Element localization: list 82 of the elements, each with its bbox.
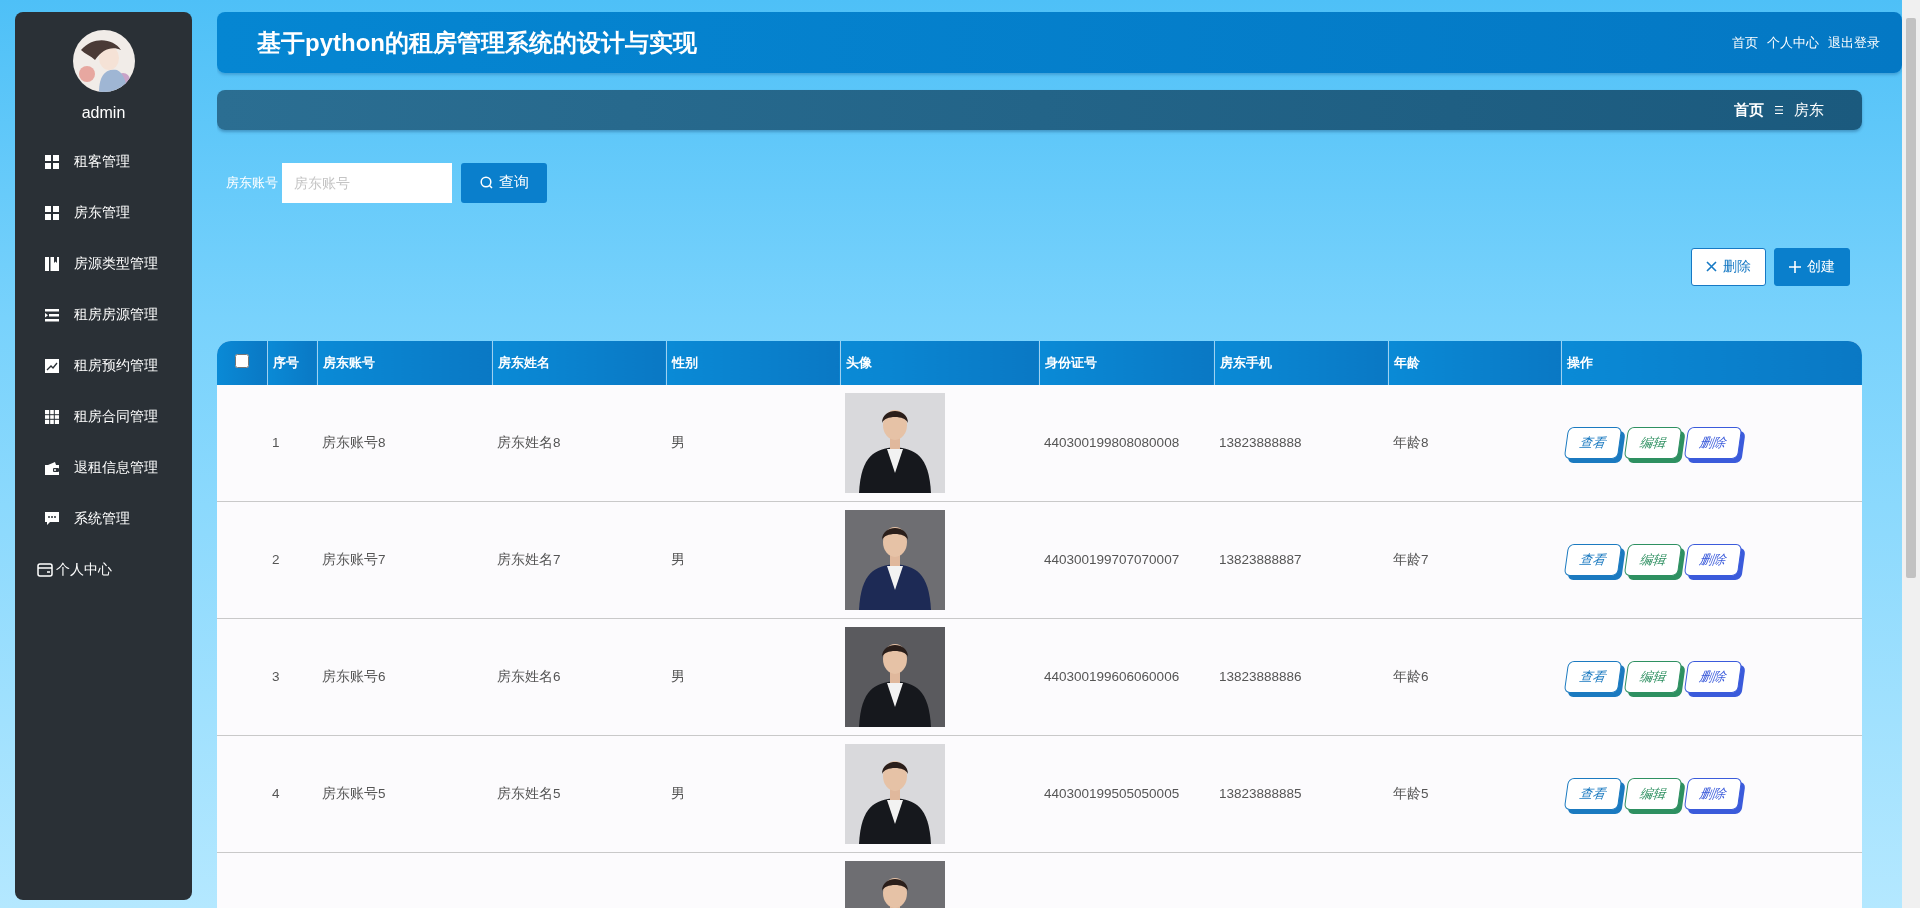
search-icon [479,176,493,190]
table-cell: 房东姓名7 [497,551,561,567]
search-button[interactable]: 查询 [461,162,547,203]
table-cell: 男 [671,551,685,567]
book-icon [45,256,59,271]
field-label: 房东账号 [226,173,278,192]
list-icon [45,307,59,322]
table-cell: 年龄8 [1393,434,1429,450]
sidebar-item[interactable]: 房东管理 [15,187,192,238]
user-name: admin [81,104,126,122]
chat-bubble-icon [45,511,59,526]
scrollbar-thumb[interactable] [1906,18,1916,578]
column-header: 性别 [671,354,698,370]
card-icon [37,562,53,577]
grid-icon [45,205,59,220]
breadcrumb-link[interactable]: 首页 [1734,100,1764,120]
sidebar-item-label[interactable]: 退租信息管理 [74,458,158,477]
table-cell: 房东姓名6 [497,668,561,684]
table-cell: 13823888888 [1219,435,1302,451]
table-cell: 房东账号6 [322,668,386,684]
table-cell: 440300199707070007 [1044,552,1180,568]
sidebar-item[interactable]: 租房合同管理 [15,391,192,442]
sidebar-item-label[interactable]: 系统管理 [74,509,130,528]
table-cell: 440300199808080008 [1044,435,1180,451]
table-cell: 2 [272,552,280,568]
table-cell: 房东姓名5 [497,785,561,801]
table-cell: 4 [272,786,280,802]
sidebar-item[interactable]: 系统管理 [15,493,192,544]
table-cell: 13823888886 [1219,669,1302,685]
table-cell: 房东账号5 [322,785,386,801]
header-link[interactable]: 个人中心 [1767,33,1819,52]
column-header: 房东手机 [1219,354,1272,370]
table-cell: 440300199505050005 [1044,786,1180,802]
column-header: 年龄 [1393,354,1420,370]
sidebar-item[interactable]: 租房预约管理 [15,340,192,391]
column-header: 房东姓名 [497,354,550,370]
sidebar-item[interactable]: 房源类型管理 [15,238,192,289]
breadcrumb-link[interactable]: 房东 [1794,100,1824,120]
sidebar-item[interactable]: 租房房源管理 [15,289,192,340]
wallet-icon [45,460,59,475]
sidebar-item-label[interactable]: 个人中心 [56,560,112,579]
table-cell: 年龄5 [1393,785,1429,801]
header-link[interactable]: 首页 [1732,33,1758,52]
column-header: 头像 [845,354,872,370]
sidebar-item[interactable]: 租客管理 [15,136,192,187]
table-cell: 男 [671,668,685,684]
close-icon [1706,261,1717,273]
create-button[interactable]: 创建 [1774,247,1850,286]
sidebar-item-label[interactable]: 租房预约管理 [74,356,158,375]
table-cell: 男 [671,434,685,450]
column-header: 操作 [1566,354,1593,370]
table-icon [45,409,59,424]
column-header: 身份证号 [1044,354,1097,370]
table-cell: 3 [272,669,280,685]
sidebar-item-label[interactable]: 房源类型管理 [74,254,158,273]
column-header: 房东账号 [322,354,375,370]
table-cell: 房东账号8 [322,434,386,450]
table-cell: 年龄7 [1393,551,1429,567]
column-header: 序号 [272,354,299,370]
site-title: 基于python的租房管理系统的设计与实现 [257,27,697,58]
sidebar-item-label[interactable]: 租房房源管理 [74,305,158,324]
grid-icon [45,154,59,169]
table-cell: 男 [671,785,685,801]
table-cell: 房东姓名8 [497,434,561,450]
table-cell: 年龄6 [1393,668,1429,684]
sidebar-item[interactable]: 退租信息管理 [15,442,192,493]
table-cell: 440300199606060006 [1044,669,1180,685]
sidebar-item-label[interactable]: 房东管理 [74,203,130,222]
table-cell: 1 [272,435,280,451]
table-cell: 13823888885 [1219,786,1302,802]
plus-icon [1789,260,1801,273]
sidebar-item[interactable]: 个人中心 [15,544,192,595]
select-all-checkbox[interactable] [234,354,249,369]
chart-icon [45,358,59,373]
header-link[interactable]: 退出登录 [1828,33,1880,52]
table-cell: 房东账号7 [322,551,386,567]
delete-button[interactable]: 删除 [1691,247,1766,286]
table-cell: 13823888887 [1219,552,1302,568]
sidebar-item-label[interactable]: 租房合同管理 [74,407,158,426]
separator-icon [1774,105,1784,116]
sidebar-item-label[interactable]: 租客管理 [74,152,130,171]
search-field[interactable]: 房东账号 [282,162,452,203]
